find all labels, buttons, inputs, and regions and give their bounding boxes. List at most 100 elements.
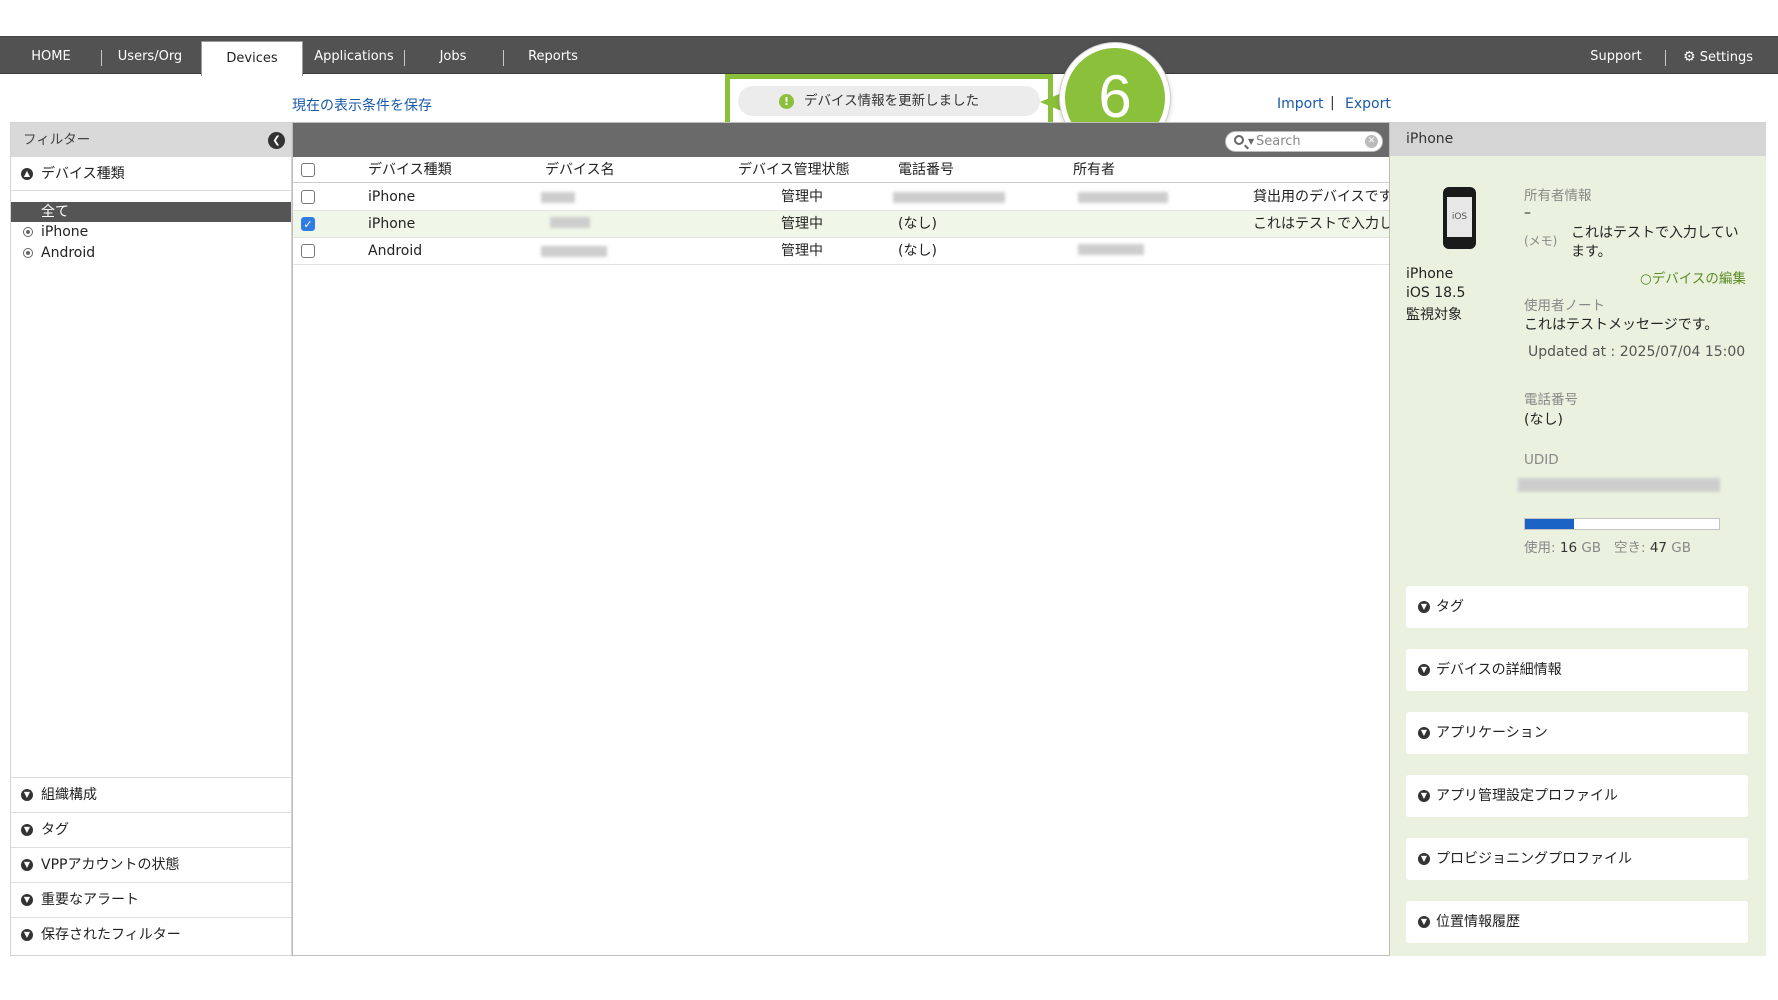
filter-option-all[interactable]: 全て [11, 202, 291, 222]
nav-tab-applications[interactable]: Applications [310, 37, 398, 75]
nav-tab-devices[interactable]: Devices [201, 41, 303, 76]
row-checkbox[interactable] [301, 190, 315, 204]
filter-option-iphone[interactable]: iPhone [11, 222, 291, 242]
device-model: iPhone [1406, 266, 1454, 282]
filter-section-label: 組織構成 [41, 787, 97, 803]
filter-header: フィルター ❮ [11, 123, 291, 157]
detail-section-location-history[interactable]: ▼ 位置情報履歴 [1406, 901, 1748, 943]
nav-separator [101, 50, 102, 66]
table-row-selected[interactable]: ✓ iPhone 管理中 (なし) これはテストで入力し [293, 211, 1389, 238]
nav-support-link[interactable]: Support [1584, 37, 1648, 75]
storage-used-fill [1525, 519, 1574, 529]
filter-section-device-type[interactable]: ▲ デバイス種類 [11, 157, 291, 191]
storage-free-unit: GB [1671, 540, 1692, 556]
filter-section-organization[interactable]: ▼ 組織構成 [11, 777, 291, 812]
select-all-checkbox[interactable] [301, 163, 315, 177]
row-checkbox[interactable] [301, 244, 315, 258]
filter-section-tag[interactable]: ▼ タグ [11, 812, 291, 847]
phone-label: 電話番号 [1524, 392, 1578, 408]
user-note-value: これはテストメッセージです。 [1524, 317, 1719, 333]
detail-section-device-details[interactable]: ▼ デバイスの詳細情報 [1406, 649, 1748, 691]
detail-section-label: アプリ管理設定プロファイル [1436, 788, 1618, 804]
chevron-down-icon: ▼ [1418, 916, 1430, 928]
detail-section-label: アプリケーション [1436, 725, 1548, 741]
table-toolbar: ▼ Search ✕ [293, 123, 1389, 157]
filter-section-vpp[interactable]: ▼ VPPアカウントの状態 [11, 847, 291, 882]
filter-section-saved[interactable]: ▼ 保存されたフィルター [11, 917, 291, 952]
column-header[interactable]: デバイス種類 [368, 157, 452, 183]
storage-progress-bar [1524, 518, 1720, 530]
table-row[interactable]: Android 管理中 (なし) [293, 238, 1389, 265]
nav-tab-users-org[interactable]: Users/Org [110, 37, 190, 75]
nav-tab-jobs[interactable]: Jobs [420, 37, 486, 75]
chevron-down-icon: ▼ [1418, 727, 1430, 739]
save-view-link[interactable]: 現在の表示条件を保存 [292, 95, 432, 115]
filter-section-label: デバイス種類 [41, 166, 125, 182]
memo-label: (メモ) [1524, 234, 1558, 248]
device-table-panel: ▼ Search ✕ デバイス種類 デバイス名 デバイス管理状態 電話番号 所有… [292, 122, 1390, 956]
redacted-udid [1518, 478, 1720, 492]
redacted-phone [893, 192, 1005, 203]
cell-device-type: iPhone [368, 189, 416, 205]
storage-used-unit: GB [1581, 540, 1602, 556]
detail-section-label: タグ [1436, 599, 1464, 615]
column-header[interactable]: デバイス管理状態 [738, 157, 850, 183]
nav-separator [404, 50, 405, 66]
table-row[interactable]: iPhone 管理中 貸出用のデバイスです [293, 184, 1389, 211]
filter-option-android[interactable]: Android [11, 243, 291, 263]
iphone-device-icon: iOS [1443, 187, 1476, 249]
edit-device-label: デバイスの編集 [1651, 271, 1746, 287]
storage-used-label: 使用: [1524, 540, 1556, 556]
cell-status: 管理中 [781, 243, 823, 259]
redacted-device-name [541, 192, 575, 203]
column-header[interactable]: 所有者 [1073, 157, 1115, 183]
edit-dot-icon: ○ [1640, 271, 1652, 287]
filter-section-alerts[interactable]: ▼ 重要なアラート [11, 882, 291, 917]
collapse-left-icon[interactable]: ❮ [268, 132, 285, 149]
detail-section-applications[interactable]: ▼ アプリケーション [1406, 712, 1748, 754]
chevron-down-icon: ▼ [1418, 853, 1430, 865]
updated-at: Updated at : 2025/07/04 15:00 [1528, 344, 1746, 360]
search-placeholder: Search [1256, 134, 1301, 149]
filter-option-label: Android [41, 245, 96, 261]
phone-value: (なし) [1524, 412, 1563, 428]
redacted-owner [1078, 192, 1168, 203]
top-navigation-bar: HOME Users/Org Devices Applications Jobs… [0, 36, 1778, 76]
column-header[interactable]: デバイス名 [545, 157, 615, 183]
toast-highlight-frame: ! デバイス情報を更新しました [725, 74, 1053, 127]
user-note-label: 使用者ノート [1524, 298, 1605, 314]
nav-settings-label: Settings [1699, 50, 1754, 65]
owner-info-label: 所有者情報 [1524, 188, 1592, 204]
filter-title: フィルター [23, 132, 91, 148]
search-input[interactable]: ▼ Search ✕ [1225, 131, 1383, 152]
gear-icon: ⚙ [1683, 49, 1696, 65]
edit-device-link[interactable]: ○デバイスの編集 [1640, 267, 1746, 287]
nav-settings-link[interactable]: ⚙ Settings [1683, 37, 1761, 75]
cell-device-type: Android [368, 243, 423, 259]
table-header: デバイス種類 デバイス名 デバイス管理状態 電話番号 所有者 [293, 157, 1389, 183]
filter-section-label: タグ [41, 822, 69, 838]
nav-separator [1665, 50, 1666, 66]
nav-tab-home[interactable]: HOME [18, 37, 84, 75]
detail-section-tag[interactable]: ▼ タグ [1406, 586, 1748, 628]
filter-option-label: iPhone [41, 224, 89, 240]
column-header[interactable]: 電話番号 [898, 157, 954, 183]
udid-label: UDID [1524, 452, 1559, 468]
chevron-up-icon: ▲ [21, 168, 33, 180]
filter-section-label: VPPアカウントの状態 [41, 857, 180, 873]
clear-icon[interactable]: ✕ [1365, 135, 1378, 148]
redacted-device-name [541, 246, 607, 257]
nav-tab-reports[interactable]: Reports [520, 37, 586, 75]
detail-section-label: 位置情報履歴 [1436, 914, 1520, 930]
chevron-down-icon: ▼ [21, 859, 33, 871]
search-icon [1234, 135, 1244, 145]
toast-notification: ! デバイス情報を更新しました [738, 86, 1040, 116]
import-link[interactable]: Import [1277, 96, 1323, 112]
cell-phone: (なし) [898, 216, 937, 232]
memo-value-line2: ます。 [1571, 244, 1612, 260]
export-link[interactable]: Export [1345, 96, 1391, 112]
row-checkbox-checked[interactable]: ✓ [301, 217, 315, 231]
detail-section-provisioning-profile[interactable]: ▼ プロビジョニングプロファイル [1406, 838, 1748, 880]
chevron-down-icon: ▼ [21, 824, 33, 836]
detail-section-app-config-profile[interactable]: ▼ アプリ管理設定プロファイル [1406, 775, 1748, 817]
